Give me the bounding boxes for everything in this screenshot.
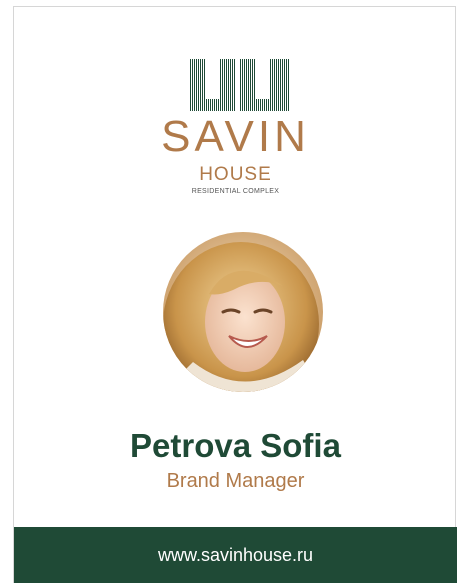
footer-bar: www.savinhouse.ru — [14, 527, 457, 583]
brand-tagline: RESIDENTIAL COMPLEX — [191, 188, 280, 195]
avatar — [163, 232, 323, 392]
brand-title: SAVIN — [161, 112, 310, 161]
website-link[interactable]: www.savinhouse.ru — [158, 545, 313, 566]
id-badge-card: SAVIN HOUSE RESIDENTIAL COMPLEX Petrova … — [13, 6, 457, 583]
striped-building-logo-icon — [190, 59, 289, 111]
person-name: Petrova Sofia — [130, 427, 341, 464]
smiling-woman-portrait — [163, 232, 323, 392]
person-role: Brand Manager — [166, 470, 305, 492]
brand-subtitle: HOUSE — [199, 164, 272, 185]
